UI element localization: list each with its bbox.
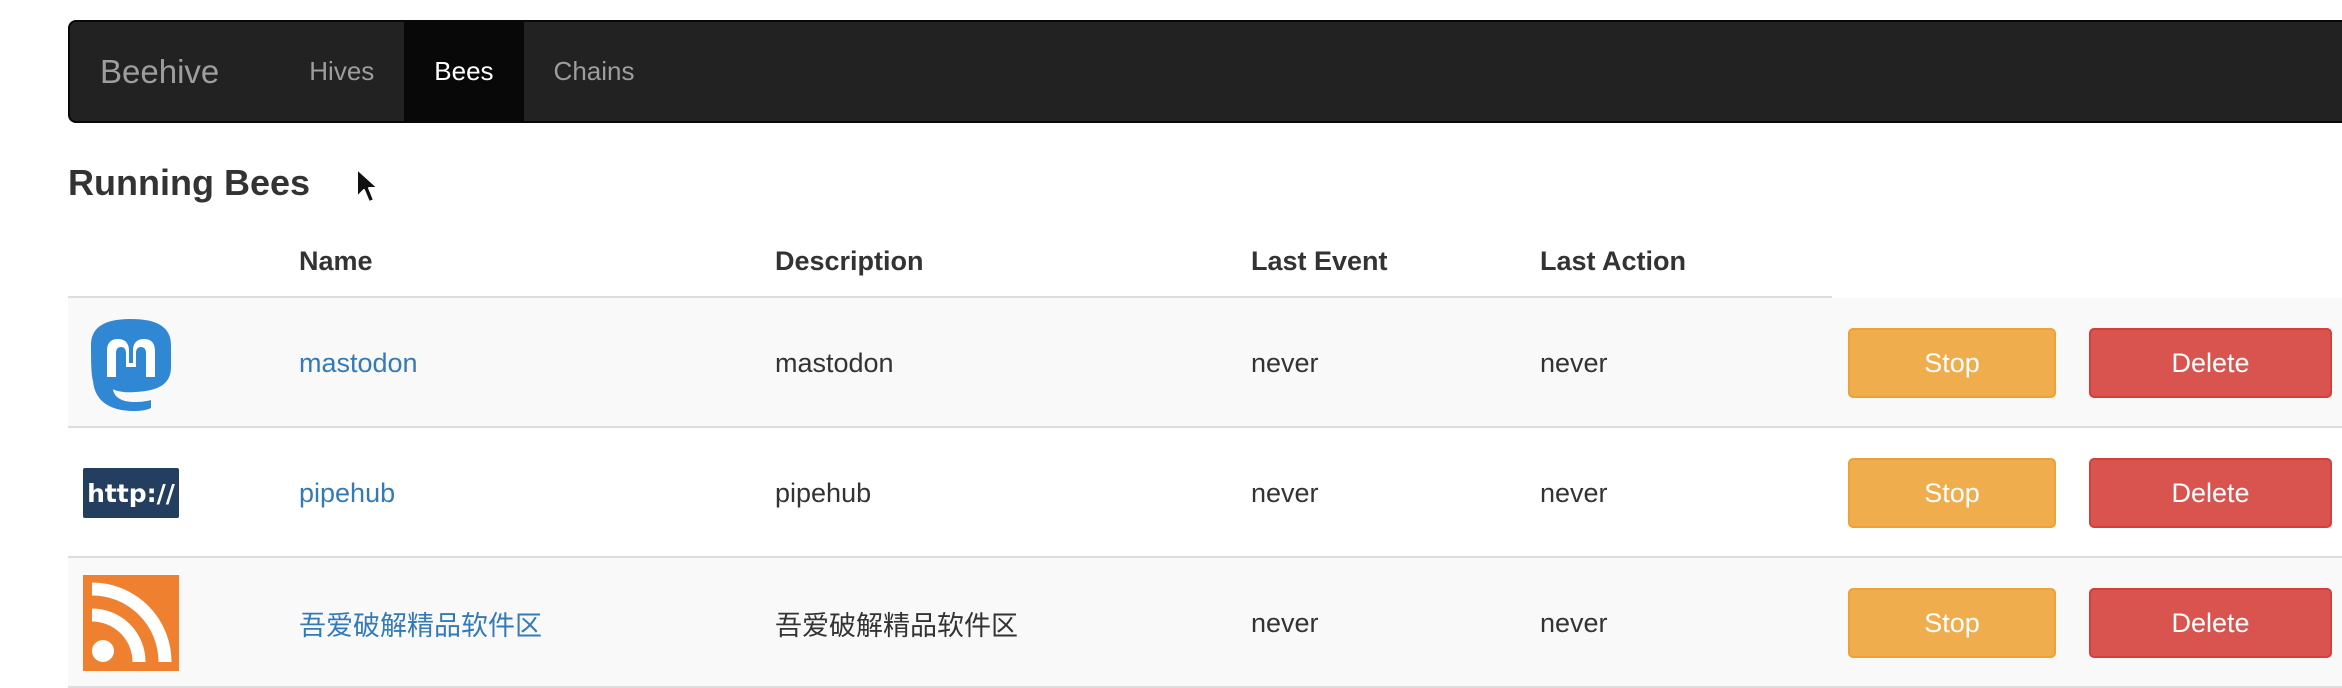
http-icon-text: http:// bbox=[87, 478, 175, 508]
nav-item-hives[interactable]: Hives bbox=[279, 22, 404, 121]
bee-last-action: never bbox=[1540, 477, 1608, 508]
top-navbar: Beehive Hives Bees Chains bbox=[68, 20, 2342, 123]
mastodon-icon bbox=[91, 319, 171, 411]
table-row: mastodon mastodon never never Stop Delet… bbox=[68, 298, 2342, 428]
bee-description: 吾爱破解精品软件区 bbox=[775, 610, 1018, 641]
page-title: Running Bees bbox=[68, 162, 311, 203]
delete-button[interactable]: Delete bbox=[2089, 588, 2332, 658]
bee-name-link[interactable]: 吾爱破解精品软件区 bbox=[299, 604, 542, 643]
bee-description: mastodon bbox=[775, 347, 894, 378]
bee-name-link[interactable]: mastodon bbox=[299, 348, 418, 379]
stop-button[interactable]: Stop bbox=[1848, 328, 2056, 398]
stop-button[interactable]: Stop bbox=[1848, 588, 2056, 658]
table-row: 吾爱破解精品软件区 吾爱破解精品软件区 never never Stop Del… bbox=[68, 558, 2342, 688]
bee-last-event: never bbox=[1251, 607, 1319, 638]
bee-last-event: never bbox=[1251, 347, 1319, 378]
bee-name-link[interactable]: pipehub bbox=[299, 478, 395, 509]
header-description[interactable]: Description bbox=[775, 246, 924, 277]
nav-item-chains[interactable]: Chains bbox=[524, 22, 665, 121]
bees-table: Name Description Last Event Last Action … bbox=[68, 230, 2342, 688]
table-header: Name Description Last Event Last Action bbox=[68, 230, 2342, 299]
mouse-cursor-icon bbox=[356, 168, 379, 203]
bee-last-action: never bbox=[1540, 347, 1608, 378]
rss-icon bbox=[83, 575, 179, 671]
delete-button[interactable]: Delete bbox=[2089, 458, 2332, 528]
bee-last-action: never bbox=[1540, 607, 1608, 638]
delete-button[interactable]: Delete bbox=[2089, 328, 2332, 398]
header-name[interactable]: Name bbox=[299, 246, 373, 277]
brand-link[interactable]: Beehive bbox=[70, 22, 279, 121]
http-icon: http:// bbox=[83, 468, 179, 518]
header-last-event[interactable]: Last Event bbox=[1251, 246, 1388, 277]
header-last-action[interactable]: Last Action bbox=[1540, 246, 1686, 277]
stop-button[interactable]: Stop bbox=[1848, 458, 2056, 528]
bee-last-event: never bbox=[1251, 477, 1319, 508]
bee-description: pipehub bbox=[775, 477, 872, 508]
nav-item-bees[interactable]: Bees bbox=[404, 22, 524, 121]
table-row: http:// pipehub pipehub never never Stop… bbox=[68, 428, 2342, 558]
